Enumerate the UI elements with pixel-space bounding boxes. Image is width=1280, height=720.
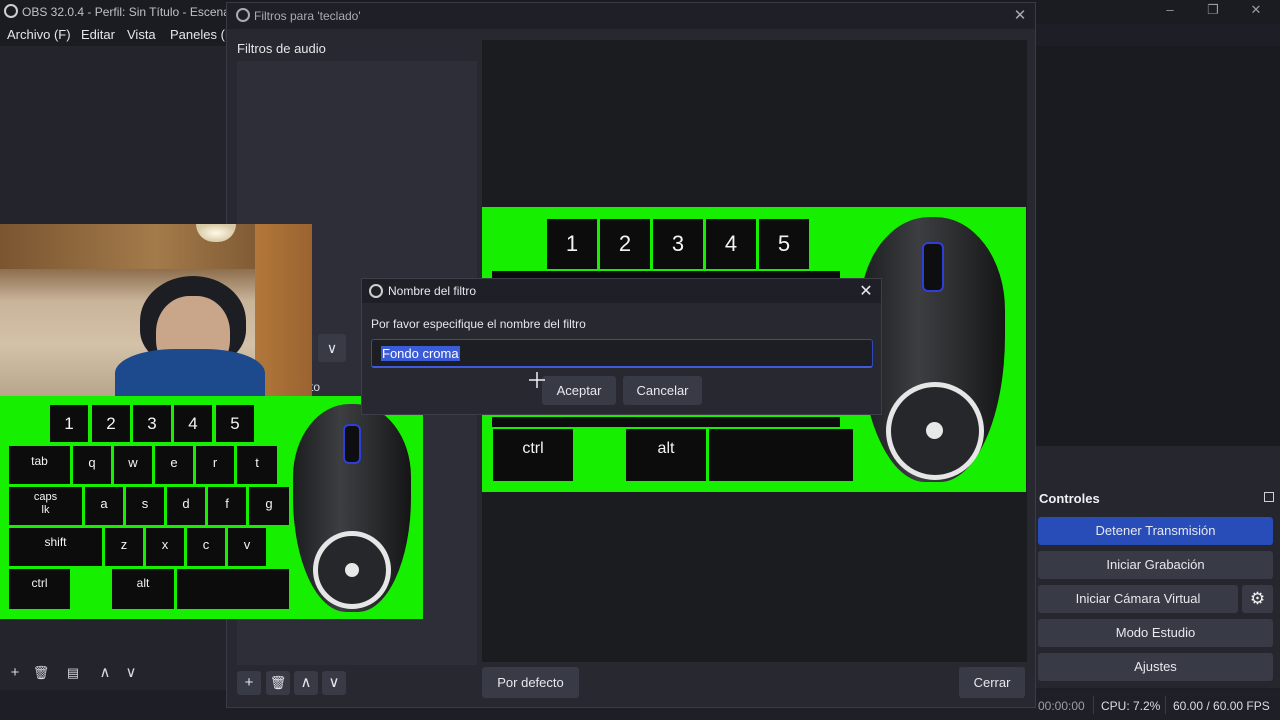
move-up-icon[interactable]: ∧ [294,671,318,695]
move-up-icon[interactable]: ∧ [94,662,116,684]
key-tab: tab [9,446,70,484]
key-row-edge [492,417,840,427]
start-recording-button[interactable]: Iniciar Grabación [1038,551,1273,579]
audio-filters-label: Filtros de audio [237,41,326,56]
key-ctrl: ctrl [9,569,70,609]
obs-logo-icon [4,4,18,18]
key-w: w [114,446,152,484]
key-3: 3 [653,219,703,269]
maximize-button[interactable]: ❐ [1201,2,1225,20]
key-ctrl: ctrl [493,429,573,481]
key-alt: alt [112,569,174,609]
add-filter-icon[interactable]: + [237,671,261,695]
filters-window-title: Filtros para 'teclado' [254,9,361,23]
dialog-prompt: Por favor especifique el nombre del filt… [371,317,586,331]
key-space [709,429,853,481]
settings-button[interactable]: Ajustes [1038,653,1273,681]
close-button[interactable]: Cerrar [959,667,1025,698]
controls-dock: Controles Detener Transmisión Iniciar Gr… [1036,488,1280,688]
stop-stream-button[interactable]: Detener Transmisión [1038,517,1273,545]
key-s: s [126,487,164,525]
key-1: 1 [547,219,597,269]
key-5: 5 [759,219,809,269]
key-x: x [146,528,184,566]
fps-readout: 60.00 / 60.00 FPS [1173,699,1270,713]
mouse-dot [926,422,943,439]
dialog-titlebar: Nombre del filtro ✕ [362,279,881,303]
menu-vista[interactable]: Vista [127,27,156,42]
key-c: c [187,528,225,566]
key-a: a [85,487,123,525]
key-q: q [73,446,111,484]
menu-archivo[interactable]: Archivo (F) [7,27,71,42]
key-shift: shift [9,528,102,566]
webcam-feed [0,224,312,396]
key-t: t [237,446,277,484]
left-toolbar: + 🗑 ▤ ∧ ∨ [0,658,228,690]
dialog-title: Nombre del filtro [388,284,477,298]
studio-mode-button[interactable]: Modo Estudio [1038,619,1273,647]
menu-paneles[interactable]: Paneles (D [170,27,234,42]
key-f: f [208,487,246,525]
close-window-button[interactable]: ✕ [1244,2,1268,20]
close-icon[interactable]: ✕ [1011,6,1029,24]
chevron-down-icon[interactable]: ∨ [318,334,346,362]
main-window-title: OBS 32.0.4 - Perfil: Sin Título - Escena… [22,5,253,19]
controls-dock-title: Controles [1039,491,1100,506]
float-dock-icon[interactable] [1264,492,1274,502]
move-down-icon[interactable]: ∨ [120,662,142,684]
properties-icon[interactable]: ▤ [62,662,84,684]
key-r: r [196,446,234,484]
filter-name-dialog: Nombre del filtro ✕ Por favor especifiqu… [361,278,882,415]
key-e: e [155,446,193,484]
trash-icon[interactable]: 🗑 [30,662,52,684]
mouse-wheel [343,424,361,464]
close-icon[interactable]: ✕ [857,281,875,300]
mouse-wheel [922,242,944,292]
key-alt: alt [626,429,706,481]
crosshair-cursor-icon [529,372,545,388]
key-4: 4 [174,405,212,442]
obs-logo-icon [236,8,250,22]
add-icon[interactable]: + [4,662,26,684]
obs-logo-icon [369,284,383,298]
menu-editar[interactable]: Editar [81,27,115,42]
keyboard-overlay-canvas: 1 2 3 4 5 tab q w e r t caps lk a s d f … [0,396,423,619]
filters-titlebar: Filtros para 'teclado' ✕ [227,3,1035,29]
accept-button[interactable]: Aceptar [542,376,616,405]
key-caps-lock: caps lk [9,487,82,525]
cancel-button[interactable]: Cancelar [623,376,702,405]
move-down-icon[interactable]: ∨ [322,671,346,695]
key-v: v [228,528,266,566]
filter-name-value: Fondo croma [381,346,460,361]
key-3: 3 [133,405,171,442]
key-4: 4 [706,219,756,269]
key-g: g [249,487,289,525]
gear-icon[interactable]: ⚙ [1242,585,1273,613]
key-1: 1 [50,405,88,442]
virtual-camera-button[interactable]: Iniciar Cámara Virtual [1038,585,1238,613]
minimize-button[interactable]: – [1158,2,1182,20]
trash-icon[interactable]: 🗑 [266,671,290,695]
preview-area-right [1036,46,1280,446]
key-z: z [105,528,143,566]
filter-name-input[interactable]: Fondo croma [371,339,873,368]
key-2: 2 [600,219,650,269]
dock-spacer [1036,446,1280,488]
defaults-button[interactable]: Por defecto [482,667,579,698]
key-d: d [167,487,205,525]
key-space [177,569,289,609]
key-2: 2 [92,405,130,442]
cpu-usage: CPU: 7.2% [1101,699,1161,713]
menu-bar: Archivo (F) Editar Vista Paneles (D [0,24,240,46]
stream-time: 00:00:00 [1038,699,1085,713]
key-5: 5 [216,405,254,442]
mouse-dot [345,563,359,577]
